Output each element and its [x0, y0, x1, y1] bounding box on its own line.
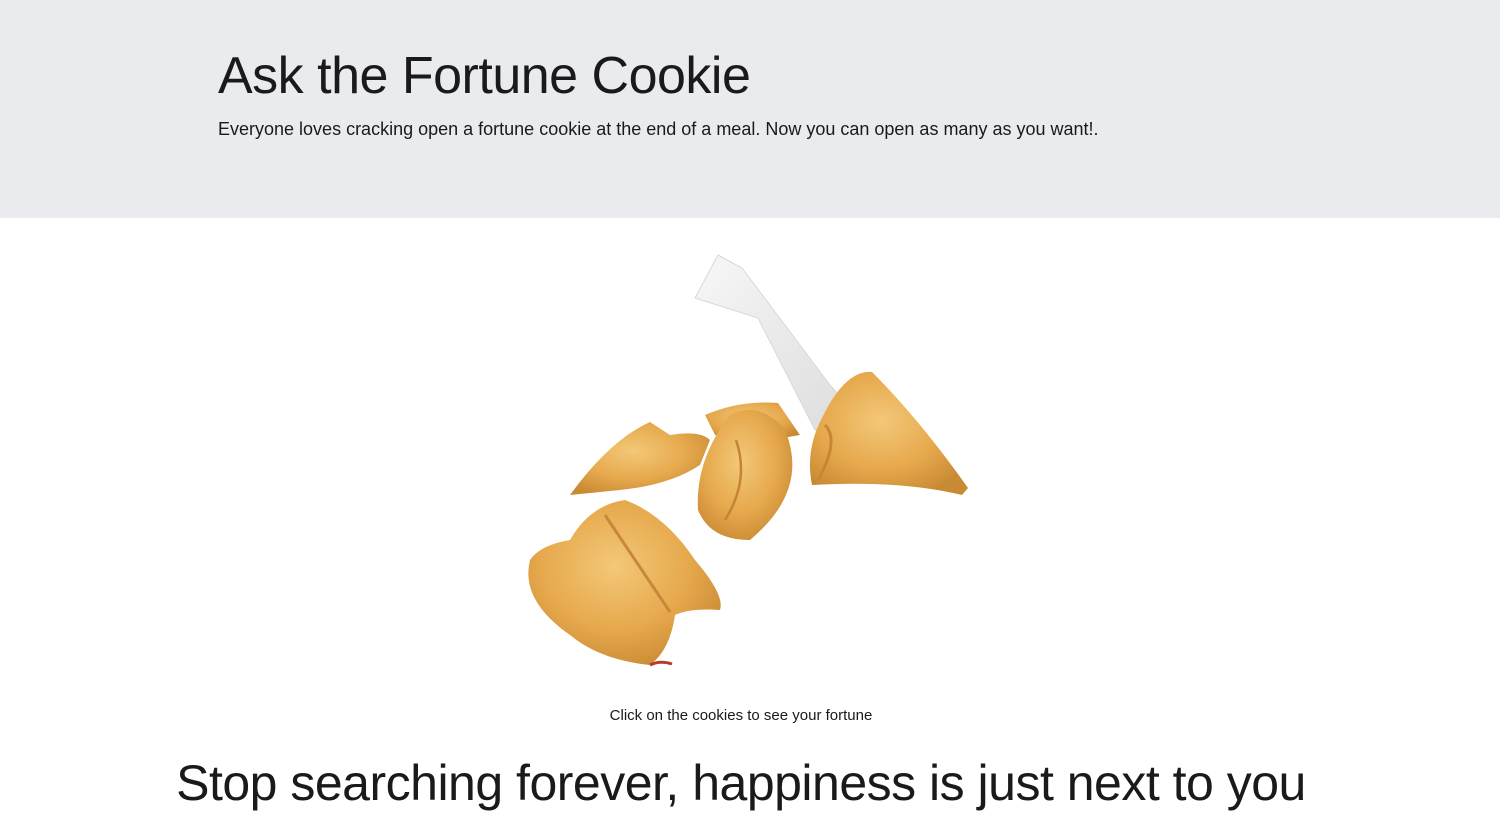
click-hint: Click on the cookies to see your fortune — [609, 707, 873, 724]
fortune-cookies-image — [528, 254, 968, 667]
header-jumbotron: Ask the Fortune Cookie Everyone loves cr… — [0, 0, 1500, 218]
fortune-text: Stop searching forever, happiness is jus… — [176, 755, 1306, 811]
fortune-cookies-button[interactable] — [500, 240, 1000, 680]
page-title: Ask the Fortune Cookie — [218, 47, 751, 105]
page-lead: Everyone loves cracking open a fortune c… — [218, 119, 1099, 139]
